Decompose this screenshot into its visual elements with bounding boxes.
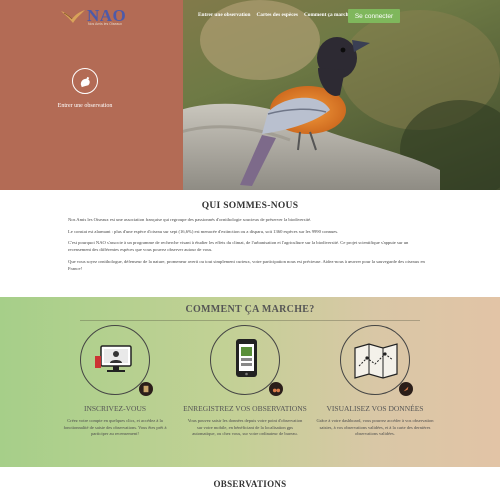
bird-logo-icon <box>61 10 85 23</box>
enter-observation-label: Entrer une observation <box>57 103 113 109</box>
observations-section: OBSERVATIONS <box>0 467 500 500</box>
step-text: Vous pouvez saisir les données depuis vo… <box>187 418 303 436</box>
enter-observation-cta[interactable]: Entrer une observation <box>55 68 115 111</box>
step-circle <box>80 325 153 396</box>
step-title: ENREGISTREZ VOS OBSERVATIONS <box>183 404 307 413</box>
who-section: QUI SOMMES-NOUS Nos Amis les Oiseaux est… <box>0 190 500 297</box>
step-text: Créez votre compte en quelques clics, et… <box>63 418 167 436</box>
who-body: Nos Amis les Oiseaux est une association… <box>68 217 432 277</box>
nav-link-enter-observation[interactable]: Entrer une observation <box>198 12 250 18</box>
observations-title: OBSERVATIONS <box>213 479 287 489</box>
bird-icon <box>72 68 98 94</box>
who-paragraph: Nos Amis les Oiseaux est une association… <box>68 217 312 222</box>
nav-link-how-it-works[interactable]: Comment ça marche? <box>304 12 354 18</box>
who-paragraph: Que vous soyez ornithologue, défenseur d… <box>68 258 425 271</box>
step-register: INSCRIVEZ-VOUS Créez votre compte en que… <box>50 325 180 438</box>
rocket-icon <box>399 382 413 396</box>
who-title: QUI SOMMES-NOUS <box>201 201 299 211</box>
connect-button[interactable]: Se connecter <box>348 9 400 23</box>
profile-badge-icon <box>139 382 153 396</box>
hero-banner: NAO Nos Amis les Oiseaux Entrer une obse… <box>0 0 500 190</box>
logo-subtitle: Nos Amis les Oiseaux <box>88 22 123 26</box>
step-circle <box>340 325 413 396</box>
step-circle <box>210 325 283 396</box>
binoculars-icon <box>269 382 283 396</box>
who-paragraph: Le constat est alarmant : plus d'une esp… <box>68 228 339 234</box>
step-visualize: VISUALISEZ VOS DONNÉES Grâce à votre das… <box>310 325 440 438</box>
step-record: ENREGISTREZ VOS OBSERVATIONS Vous pouvez… <box>180 325 310 438</box>
nav-link-species-maps[interactable]: Cartes des espèces <box>256 12 297 18</box>
how-title: COMMENT ÇA MARCHE? <box>185 304 315 315</box>
who-paragraph: C'est pourquoi NAO s'associe à un progra… <box>68 240 409 253</box>
step-title: INSCRIVEZ-VOUS <box>83 404 147 413</box>
step-title: VISUALISEZ VOS DONNÉES <box>326 404 424 413</box>
divider <box>80 320 420 321</box>
how-section: COMMENT ÇA MARCHE? INSCRIVEZ-VOUS Créez … <box>0 297 500 467</box>
step-text: Grâce à votre dashboard, vous pourrez ac… <box>316 418 434 436</box>
main-nav: Entrer une observation Cartes des espèce… <box>198 12 354 18</box>
